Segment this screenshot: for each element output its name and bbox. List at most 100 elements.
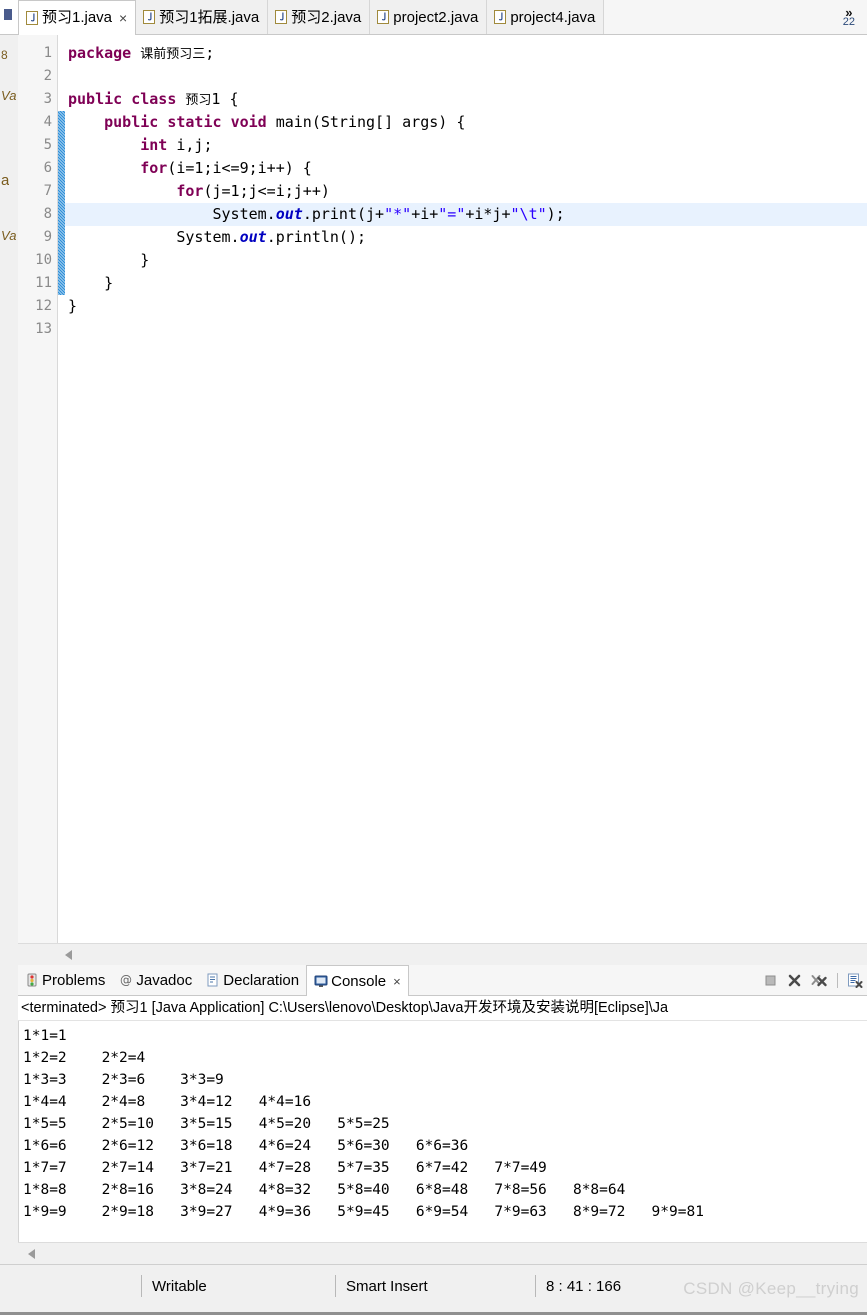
console-scroll-left-arrow-icon[interactable] [28,1249,35,1259]
console-output-line: 1*5=5 2*5=10 3*5=15 4*5=20 5*5=25 [23,1116,390,1132]
watermark: CSDN @Keep__trying [683,1279,859,1298]
editor-tab-close-icon[interactable]: × [119,11,127,25]
console-output-line: 1*6=6 2*6=12 3*6=18 4*6=24 5*6=30 6*6=36 [23,1138,469,1154]
console-output-line: 1*7=7 2*7=14 3*7=21 4*7=28 5*7=35 6*7=42… [23,1160,547,1176]
code-line[interactable]: package 课前预习三; [68,42,867,65]
console-tab-label: Console [331,972,387,990]
editor-tab-label: project2.java [393,8,479,26]
change-bar [58,35,65,943]
sidebar-fragment-4: Va [1,228,17,243]
console-output-line: 1*9=9 2*9=18 3*9=27 4*9=36 5*9=45 6*9=54… [23,1204,704,1220]
clear-console-icon[interactable] [847,973,863,988]
console-output[interactable]: 1*1=1 1*2=2 2*2=4 1*3=3 2*3=6 3*3=9 1*4=4 2… [18,1021,867,1243]
editor-tab-2[interactable]: 预习1拓展.java [136,0,269,34]
console-horizontal-scrollbar[interactable] [18,1242,867,1265]
status-bar: Writable Smart Insert 8 : 41 : 166 CSDN … [0,1264,867,1315]
terminate-icon[interactable] [763,973,778,988]
status-separator-3 [535,1275,536,1297]
console-tab-close-icon[interactable]: × [393,974,401,989]
console-tab-label: Problems [42,971,106,989]
line-number-gutter: 1 2 3 4 5 6 7 8 9 10 11 12 13 [18,35,58,943]
console-output-line: 1*8=8 2*8=16 3*8=24 4*8=32 5*8=40 6*8=48… [23,1182,626,1198]
console-tab-label: Javadoc [136,971,193,989]
console-tab-bar: Problems @ Javadoc Declaration Console × [18,965,867,996]
line-number: 3 [43,91,52,107]
line-number: 6 [43,160,52,176]
code-line[interactable]: } [68,272,867,295]
package-explorer-strip[interactable]: 8 Va a Va [0,0,19,1265]
console-output-line: 1*4=4 2*4=8 3*4=12 4*4=16 [23,1094,312,1110]
code-line[interactable]: System.out.print(j+"*"+i+"="+i*j+"\t"); [65,203,867,226]
sidebar-fragment-3: a [1,172,10,189]
status-separator-1 [141,1275,142,1297]
code-editor[interactable]: 1 2 3 4 5 6 7 8 9 10 11 12 13 package 课前预习三; public … [18,35,867,943]
remove-launch-icon[interactable] [787,973,802,988]
console-tab-javadoc[interactable]: @ Javadoc [112,965,199,995]
console-output-line: 1*3=3 2*3=6 3*3=9 [23,1072,224,1088]
code-text[interactable]: package 课前预习三; public class 预习1 { public… [65,35,867,943]
line-number: 7 [43,183,52,199]
line-number: 8 [43,206,52,222]
status-insert-mode[interactable]: Smart Insert [346,1278,428,1295]
editor-area: 预习1.java × 预习1拓展.java 预习2.java project2.java… [18,0,867,966]
remove-all-terminated-icon[interactable] [811,973,828,988]
editor-tab-1[interactable]: 预习1.java × [18,0,137,35]
editor-horizontal-scrollbar[interactable] [18,943,867,966]
launch-config-header: <terminated> 预习1 [Java Application] C:\U… [18,996,867,1021]
status-separator-2 [335,1275,336,1297]
sidebar-fragment-1: 8 [1,48,8,62]
code-line[interactable]: } [68,295,867,318]
console-icon [314,974,328,988]
code-line[interactable]: int i,j; [68,134,867,157]
svg-text:@: @ [120,973,132,987]
java-file-icon [377,10,390,24]
console-output-line: 1*2=2 2*2=4 [23,1050,146,1066]
editor-tab-bar: 预习1.java × 预习1拓展.java 预习2.java project2.java… [18,0,867,35]
javadoc-icon: @ [119,973,133,987]
editor-tab-label: 预习1.java [42,9,113,26]
overflow-count: 22 [842,15,855,28]
java-file-icon [275,10,288,24]
sidebar-fragment-2: Va [1,88,17,103]
console-tab-console[interactable]: Console × [306,965,409,996]
console-toolbar [763,965,867,995]
java-file-icon [26,10,38,25]
line-number: 5 [43,137,52,153]
editor-tab-3[interactable]: 预习2.java [268,0,371,34]
code-line[interactable] [68,318,867,341]
console-tab-problems[interactable]: Problems [18,965,112,995]
line-number: 9 [43,229,52,245]
code-line[interactable]: for(i=1;i<=9;i++) { [68,157,867,180]
console-tab-label: Declaration [223,971,300,989]
line-number: 10 [35,252,52,268]
line-number: 2 [43,68,52,84]
editor-tab-label: project4.java [510,8,596,26]
code-line[interactable]: System.out.println(); [68,226,867,249]
tab-overflow-chevron-icon[interactable]: » 22 [829,0,867,34]
line-number: 11 [35,275,52,291]
eclipse-window: 8 Va a Va 预习1.java × 预习1拓展.java 预习2.java pro… [0,0,867,1315]
status-cursor-position: 8 : 41 : 166 [546,1278,622,1295]
editor-tab-label: 预习1拓展.java [159,8,260,26]
console-tab-declaration[interactable]: Declaration [199,965,306,995]
editor-tab-label: 预习2.java [291,8,362,26]
java-file-icon [143,10,156,24]
code-line[interactable]: } [68,249,867,272]
console-output-line: 1*1=1 [23,1028,67,1044]
console-panel: Problems @ Javadoc Declaration Console × <ter… [18,965,867,1265]
code-line[interactable]: for(j=1;j<=i;j++) [68,180,867,203]
change-bar-segment [58,111,65,295]
java-file-icon [494,10,507,24]
code-line[interactable] [68,65,867,88]
line-number: 4 [43,114,52,130]
toolbar-separator [837,972,838,988]
editor-tab-5[interactable]: project4.java [487,0,605,34]
scroll-left-arrow-icon[interactable] [65,950,72,960]
code-line[interactable]: public static void main(String[] args) { [68,111,867,134]
explorer-tab-icon[interactable] [0,0,18,35]
problems-icon [25,973,39,987]
editor-tab-4[interactable]: project2.java [370,0,488,34]
status-writable: Writable [152,1278,207,1295]
line-number: 13 [35,321,52,337]
code-line[interactable]: public class 预习1 { [68,88,867,111]
